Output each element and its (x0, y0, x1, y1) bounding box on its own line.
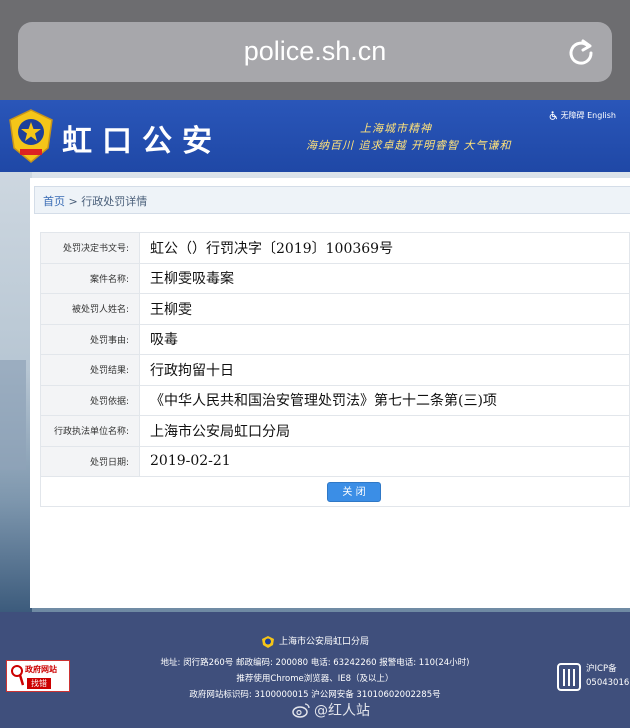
field-label: 处罚决定书文号: (40, 232, 140, 264)
field-label: 处罚结果: (40, 354, 140, 386)
footer-browser-note: 推荐使用Chrome浏览器、IE8（及以上） (236, 674, 394, 684)
breadcrumb-current: 行政处罚详情 (81, 195, 148, 208)
field-value: 虹公（）行罚决字〔2019〕100369号 (139, 232, 630, 264)
icp-badge[interactable]: 沪ICP备 05043016 (556, 660, 630, 700)
footer-site-id: 政府网站标识码: 3100000015 沪公网安备 31010602002285… (189, 690, 441, 700)
table-row: 处罚依据: 《中华人民共和国治安管理处罚法》第七十二条第(三)项 (40, 384, 630, 416)
field-value: 《中华人民共和国治安管理处罚法》第七十二条第(三)项 (139, 384, 630, 416)
browser-toolbar: police.sh.cn (0, 0, 630, 100)
field-value: 吸毒 (139, 323, 630, 355)
table-row: 处罚结果: 行政拘留十日 (40, 354, 630, 386)
url-text[interactable]: police.sh.cn (18, 36, 612, 67)
footer-org-name: 上海市公安局虹口分局 (278, 637, 369, 647)
field-value: 行政拘留十日 (139, 354, 630, 386)
weibo-watermark: @红人站 (292, 700, 370, 720)
accessibility-link[interactable]: 无障碍 English (549, 110, 616, 121)
city-spirit-title: 上海城市精神 (360, 122, 432, 135)
accessibility-label: 无障碍 English (560, 111, 616, 120)
gov-badge-action: 找错 (27, 678, 51, 689)
field-label: 行政执法单位名称: (40, 415, 140, 447)
weibo-icon (292, 703, 310, 718)
field-value: 王柳雯吸毒案 (139, 262, 630, 294)
table-row: 处罚决定书文号: 虹公（）行罚决字〔2019〕100369号 (40, 232, 630, 264)
field-value: 上海市公安局虹口分局 (139, 415, 630, 447)
police-emblem-icon (9, 109, 53, 163)
table-row: 行政执法单位名称: 上海市公安局虹口分局 (40, 415, 630, 447)
police-emblem-icon (261, 635, 274, 648)
field-label: 处罚依据: (40, 384, 140, 416)
site-header: 虹口公安 上海城市精神 海纳百川 追求卓越 开明睿智 大气谦和 无障碍 Engl… (0, 100, 630, 172)
breadcrumb: 首页 > 行政处罚详情 (34, 186, 630, 214)
icp-label: 沪ICP备 (586, 664, 617, 674)
field-label: 处罚事由: (40, 323, 140, 355)
breadcrumb-separator: > (65, 195, 82, 208)
gov-badge-title: 政府网站 (25, 665, 57, 674)
site-title[interactable]: 虹口公安 (62, 116, 222, 160)
field-label: 案件名称: (40, 262, 140, 294)
gov-site-icon (11, 665, 24, 686)
icp-number: 05043016 (586, 678, 630, 688)
wheelchair-icon (549, 111, 557, 120)
footer-address: 地址: 闵行路260号 邮政编码: 200080 电话: 63242260 报警… (160, 658, 470, 668)
table-row: 被处罚人姓名: 王柳雯 (40, 293, 630, 325)
field-value: 王柳雯 (139, 293, 630, 325)
breadcrumb-home[interactable]: 首页 (43, 195, 65, 208)
field-label: 处罚日期: (40, 445, 140, 477)
table-row: 处罚日期: 2019-02-21 (40, 445, 630, 477)
background-tower (0, 360, 26, 470)
penalty-detail-table: 处罚决定书文号: 虹公（）行罚决字〔2019〕100369号 案件名称: 王柳雯… (40, 232, 630, 507)
city-spirit-slogan: 海纳百川 追求卓越 开明睿智 大气谦和 (306, 139, 512, 152)
address-bar[interactable]: police.sh.cn (18, 22, 612, 82)
close-button[interactable]: 关 闭 (327, 482, 381, 502)
reload-icon[interactable] (566, 37, 596, 67)
field-label: 被处罚人姓名: (40, 293, 140, 325)
gov-site-error-report-badge[interactable]: 政府网站 找错 (6, 660, 70, 692)
watermark-text: @红人站 (314, 703, 370, 719)
table-row: 处罚事由: 吸毒 (40, 323, 630, 355)
field-value: 2019-02-21 (139, 445, 630, 477)
icp-icon (557, 663, 581, 691)
table-row: 案件名称: 王柳雯吸毒案 (40, 262, 630, 294)
